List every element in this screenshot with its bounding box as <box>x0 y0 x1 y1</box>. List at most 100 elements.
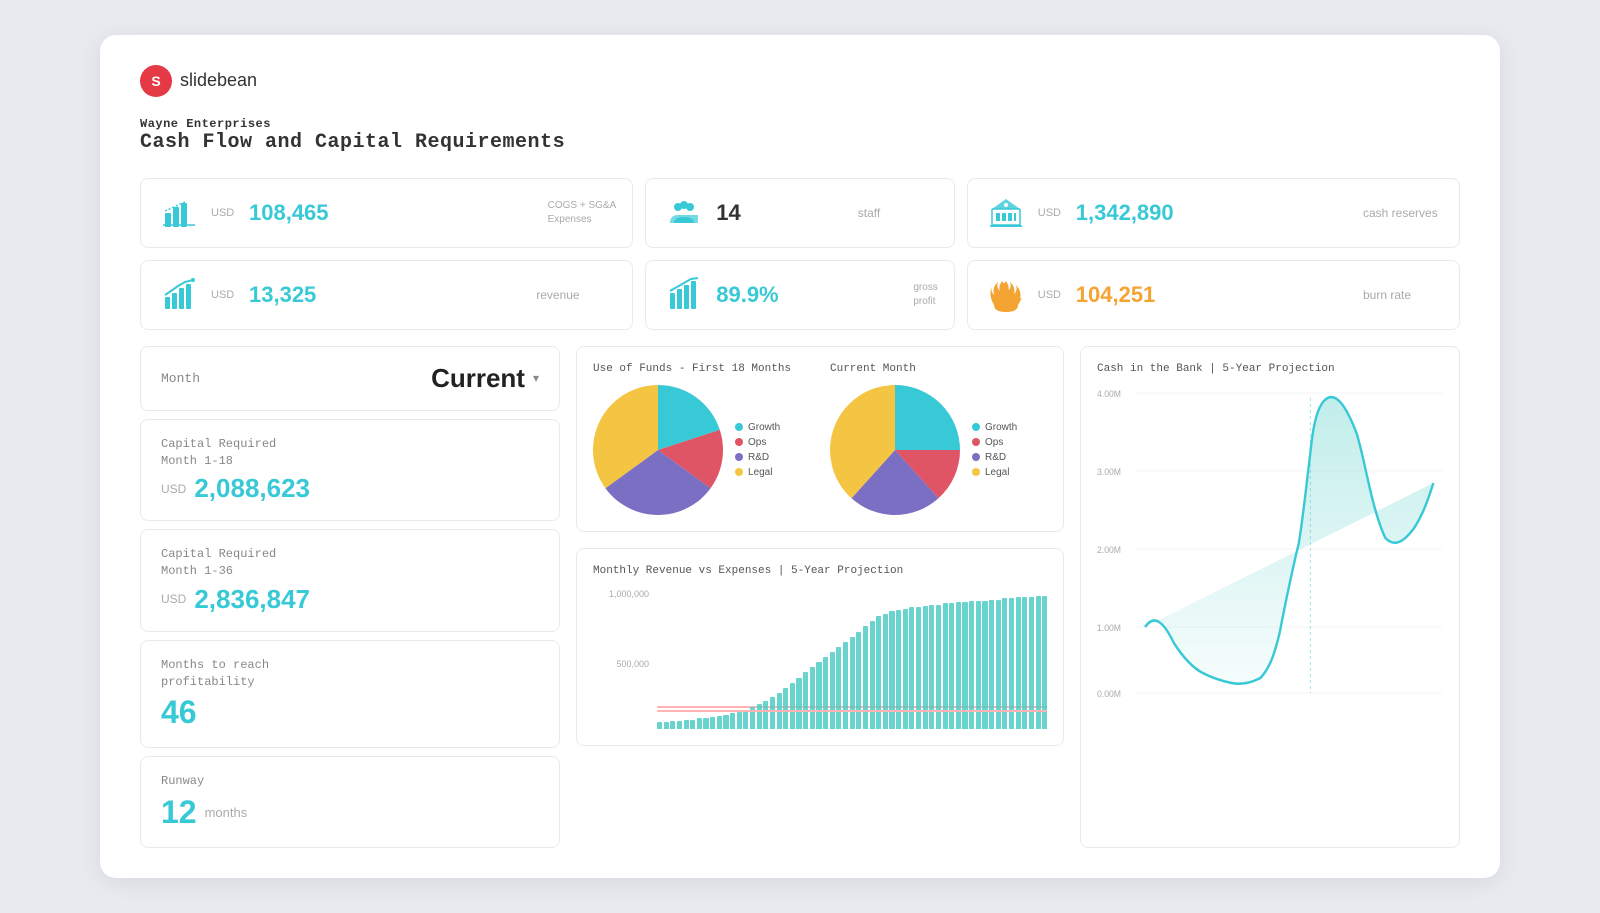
burn-rate-currency: USD <box>1038 289 1066 301</box>
bar-col <box>677 721 682 729</box>
month-label: Month <box>161 371 200 386</box>
chart-up-icon <box>157 273 201 317</box>
people-icon <box>662 191 706 235</box>
bar-col <box>730 713 735 728</box>
bar-col <box>796 678 801 729</box>
revenue-value: 13,325 <box>249 282 526 308</box>
line-chart-title: Cash in the Bank | 5-Year Projection <box>1097 363 1443 375</box>
bar-col <box>757 704 762 728</box>
revenue-currency: USD <box>211 289 239 301</box>
bar-col <box>737 712 742 729</box>
month-selector[interactable]: Month Current ▾ <box>140 346 560 411</box>
runway-label: Runway <box>161 773 539 790</box>
bar-col <box>703 718 708 728</box>
profitability-value: 46 <box>161 694 197 730</box>
expenses-currency: USD <box>211 207 239 219</box>
bar-col <box>816 662 821 729</box>
capital-36-label: Capital Required Month 1-36 <box>161 546 539 580</box>
fire-coin-icon: $ <box>984 273 1028 317</box>
gross-profit-label: grossprofit <box>913 281 937 309</box>
bar-col <box>850 637 855 729</box>
staff-label: staff <box>858 206 938 220</box>
runway-suffix: months <box>205 805 248 820</box>
left-panel: Month Current ▾ Capital Required Month 1… <box>140 346 560 849</box>
capital-36-card: Capital Required Month 1-36 USD 2,836,84… <box>140 529 560 632</box>
bar-col <box>743 710 748 729</box>
bar-col <box>1036 596 1041 729</box>
pie1-title: Use of Funds - First 18 Months <box>593 363 810 375</box>
runway-value: 12 <box>161 794 197 831</box>
bar-col <box>1042 596 1047 729</box>
bar-col <box>710 717 715 729</box>
month-current: Current <box>431 363 525 394</box>
bar-col <box>863 626 868 728</box>
svg-text:4.00M: 4.00M <box>1097 389 1121 399</box>
svg-text:1.00M: 1.00M <box>1097 623 1121 633</box>
pie-chart-1: Use of Funds - First 18 Months <box>593 363 810 515</box>
reserves-label: cash reserves <box>1363 206 1443 220</box>
expenses-value: 108,465 <box>249 200 538 226</box>
expenses-label: COGS + SG&A Expenses <box>548 199 617 227</box>
bar-col <box>783 688 788 729</box>
stat-revenue: USD 13,325 revenue <box>140 260 633 330</box>
gross-profit-value: 89.9% <box>716 282 903 308</box>
bar-chart-section: Monthly Revenue vs Expenses | 5-Year Pro… <box>576 548 1064 746</box>
bar-col <box>803 672 808 728</box>
capital-18-value: 2,088,623 <box>194 473 310 504</box>
bar-col <box>723 715 728 729</box>
bar-col <box>823 657 828 729</box>
stat-gross-profit: 89.9% grossprofit <box>645 260 955 330</box>
svg-text:2.00M: 2.00M <box>1097 545 1121 555</box>
main-grid: Month Current ▾ Capital Required Month 1… <box>140 346 1460 849</box>
reserves-value: 1,342,890 <box>1076 200 1353 226</box>
svg-text:0.00M: 0.00M <box>1097 689 1121 699</box>
bar-col <box>836 647 841 729</box>
bar-col <box>717 716 722 729</box>
chart-bar-icon <box>157 191 201 235</box>
line-chart-section: Cash in the Bank | 5-Year Projection 4.0… <box>1080 346 1460 849</box>
bar-col <box>763 701 768 729</box>
bar-col <box>1016 597 1021 729</box>
bar-col <box>830 652 835 729</box>
bar-col <box>843 642 848 729</box>
staff-value: 14 <box>716 200 848 226</box>
bar-col <box>657 722 662 728</box>
app-container: S slidebean Wayne Enterprises Cash Flow … <box>100 35 1500 879</box>
capital-18-currency: USD <box>161 482 186 496</box>
bar-col <box>670 721 675 729</box>
bar-col <box>664 722 669 728</box>
reserves-currency: USD <box>1038 207 1066 219</box>
bar-col <box>770 697 775 729</box>
pie-chart-2: Current Month Gr <box>830 363 1047 515</box>
bar-col <box>1022 597 1027 729</box>
bar-chart-title: Monthly Revenue vs Expenses | 5-Year Pro… <box>593 565 1047 577</box>
burn-rate-value: 104,251 <box>1076 282 1353 308</box>
burn-rate-label: burn rate <box>1363 288 1443 302</box>
right-panel: Cash in the Bank | 5-Year Projection 4.0… <box>1080 346 1460 849</box>
runway-card: Runway 12 months <box>140 756 560 848</box>
stat-staff: 14 staff <box>645 178 955 248</box>
pie1-legend: Growth Ops R&D Legal <box>735 422 780 478</box>
pie-charts-row: Use of Funds - First 18 Months <box>576 346 1064 532</box>
bar-col <box>790 683 795 729</box>
dropdown-arrow-icon: ▾ <box>533 371 539 385</box>
page-title: Cash Flow and Capital Requirements <box>140 131 1460 154</box>
profitability-label: Months to reach profitability <box>161 657 539 691</box>
revenue-label: revenue <box>536 288 616 302</box>
bar-col <box>690 720 695 729</box>
capital-36-value: 2,836,847 <box>194 584 310 615</box>
bar-col <box>697 718 702 728</box>
pie2-title: Current Month <box>830 363 1047 375</box>
expense-line <box>657 710 1047 712</box>
capital-18-card: Capital Required Month 1-18 USD 2,088,62… <box>140 419 560 522</box>
pie2-legend: Growth Ops R&D Legal <box>972 422 1017 478</box>
bar-col <box>1029 597 1034 729</box>
logo-text: slidebean <box>180 70 257 91</box>
bar-col <box>856 632 861 729</box>
bar-col <box>870 621 875 728</box>
stat-expenses: USD 108,465 COGS + SG&A Expenses <box>140 178 633 248</box>
bank-icon <box>984 191 1028 235</box>
svg-text:3.00M: 3.00M <box>1097 467 1121 477</box>
page-info: Wayne Enterprises Cash Flow and Capital … <box>140 117 1460 154</box>
bar-col <box>684 720 689 729</box>
